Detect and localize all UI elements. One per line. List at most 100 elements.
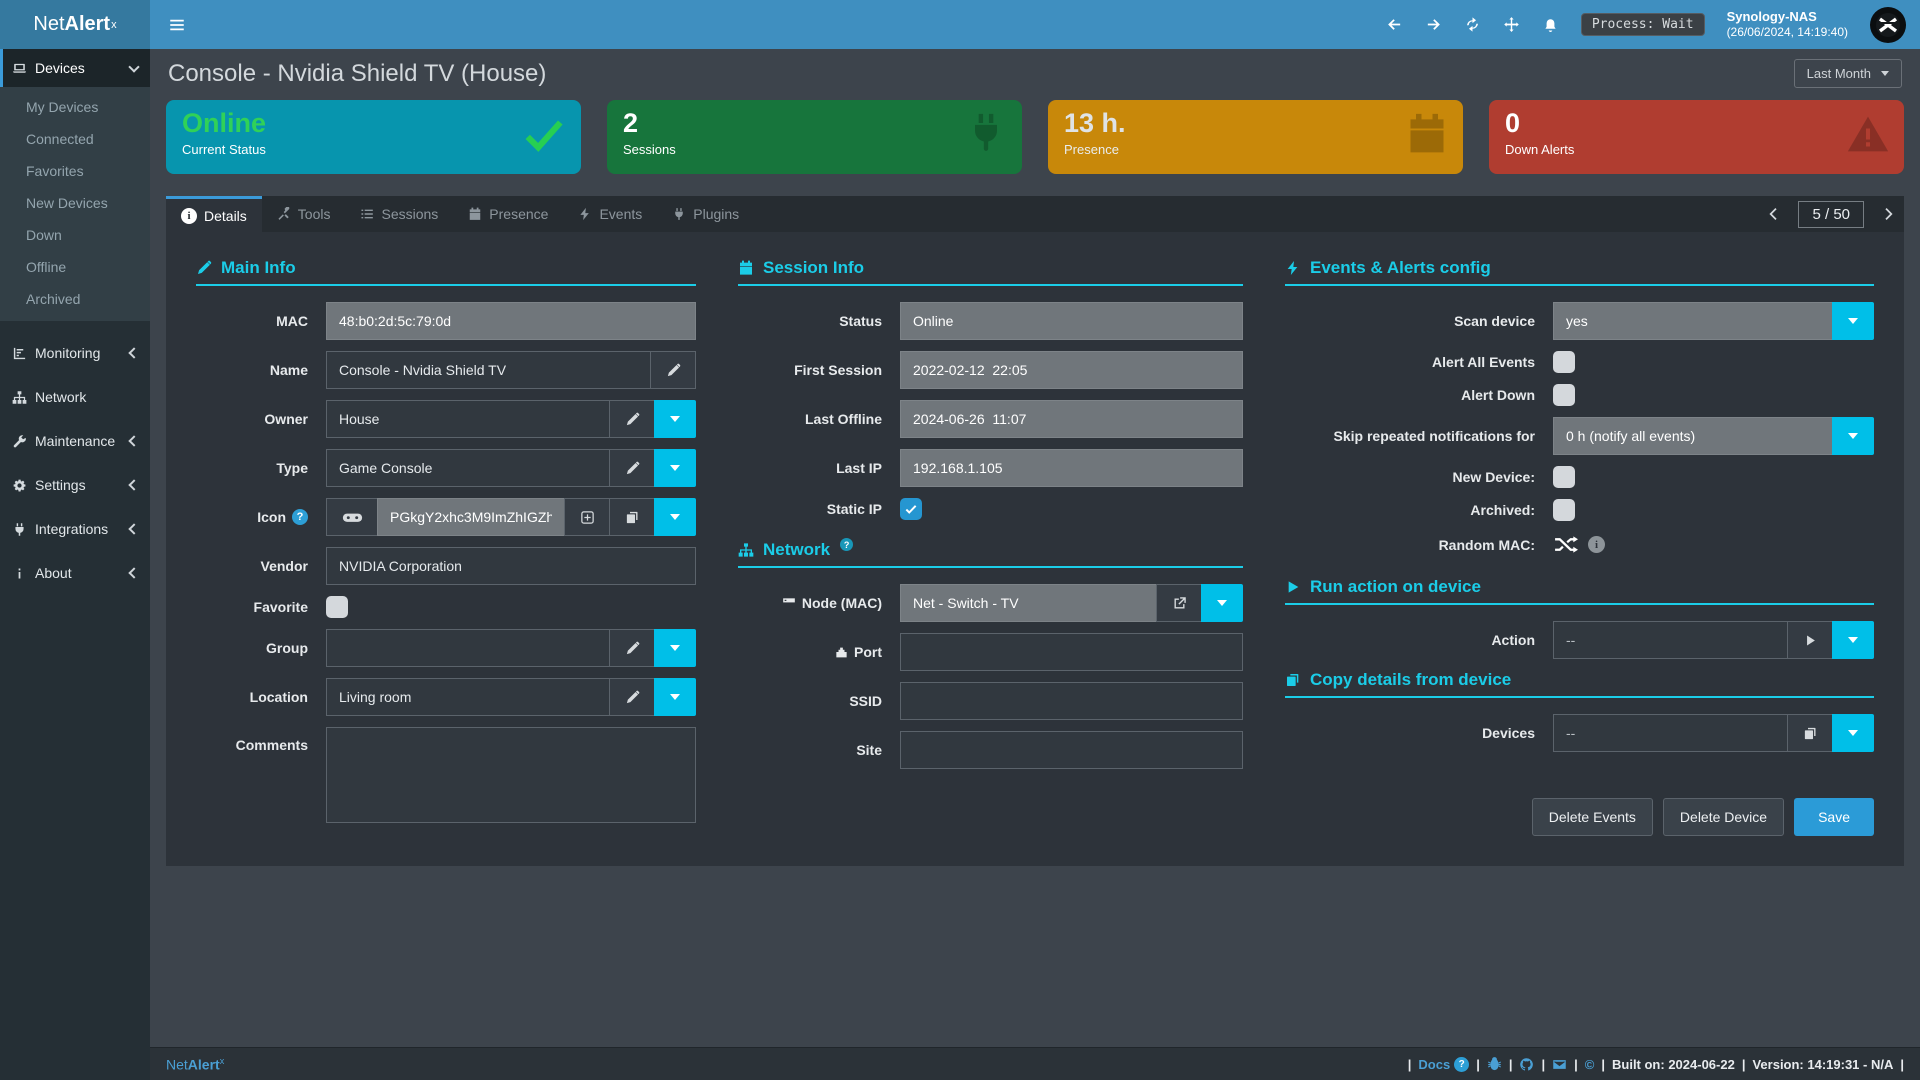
location-input[interactable] [326,678,610,716]
ssid-input[interactable] [900,682,1243,720]
move-icon[interactable] [1503,16,1520,33]
node-mac-input[interactable] [900,584,1157,622]
delete-events-button[interactable]: Delete Events [1532,798,1653,836]
status-card-sessions[interactable]: 2 Sessions [607,100,1022,174]
icon-base64-input[interactable] [377,498,565,536]
copy-icon-button[interactable] [609,498,655,536]
type-dropdown-button[interactable] [654,449,696,487]
skip-notifications-select[interactable]: 0 h (notify all events) [1553,417,1833,455]
sidebar-item-monitoring[interactable]: Monitoring [0,331,150,375]
devices-select[interactable]: -- [1553,714,1788,752]
last-offline-input[interactable] [900,400,1243,438]
node-mac-dropdown-button[interactable] [1201,584,1243,622]
location-dropdown-button[interactable] [654,678,696,716]
first-session-input[interactable] [900,351,1243,389]
status-card-online[interactable]: Online Current Status [166,100,581,174]
delete-device-button[interactable]: Delete Device [1663,798,1784,836]
last-ip-input[interactable] [900,449,1243,487]
footer-brand[interactable]: NetAlertx [166,1056,224,1073]
tab-events[interactable]: Events [563,196,657,232]
user-avatar[interactable] [1870,7,1906,43]
edit-name-button[interactable] [650,351,696,389]
pager-prev-button[interactable] [1762,202,1786,226]
type-input[interactable] [326,449,610,487]
sidebar-item-my-devices[interactable]: My Devices [0,91,150,123]
refresh-icon[interactable] [1464,16,1481,33]
new-device-checkbox[interactable] [1553,466,1575,488]
edit-location-button[interactable] [609,678,655,716]
github-icon[interactable] [1519,1057,1534,1072]
open-node-button[interactable] [1156,584,1202,622]
tab-presence[interactable]: Presence [453,196,563,232]
status-input[interactable] [900,302,1243,340]
status-card-presence[interactable]: 13 h. Presence [1048,100,1463,174]
archived-label: Archived: [1285,502,1553,518]
notifications-bell-icon[interactable] [1542,16,1559,33]
edit-owner-button[interactable] [609,400,655,438]
favorite-checkbox[interactable] [326,596,348,618]
sidebar-item-new-devices[interactable]: New Devices [0,187,150,219]
edit-type-button[interactable] [609,449,655,487]
sidebar-item-connected[interactable]: Connected [0,123,150,155]
alert-all-events-checkbox[interactable] [1553,351,1575,373]
sidebar-item-about[interactable]: About [0,551,150,595]
action-dropdown-button[interactable] [1832,621,1874,659]
sidebar-item-settings[interactable]: Settings [0,463,150,507]
app-logo[interactable]: NetAlertx [0,0,150,49]
add-icon-button[interactable] [564,498,610,536]
caret-down-icon [1848,318,1858,324]
tab-plugins[interactable]: Plugins [657,196,754,232]
static-ip-checkbox[interactable] [900,498,922,520]
pager-next-button[interactable] [1876,202,1900,226]
group-input[interactable] [326,629,610,667]
action-select[interactable]: -- [1553,621,1788,659]
tab-tools[interactable]: Tools [262,196,346,232]
back-arrow-icon[interactable] [1386,16,1403,33]
comments-textarea[interactable] [326,727,696,823]
period-selector[interactable]: Last Month [1794,59,1902,88]
vendor-input[interactable] [326,547,696,585]
sidebar-item-devices[interactable]: Devices [0,49,150,87]
edit-group-button[interactable] [609,629,655,667]
sidebar-toggle-icon[interactable] [150,0,204,49]
sidebar-item-network[interactable]: Network [0,375,150,419]
alert-down-checkbox[interactable] [1553,384,1575,406]
copyright-link[interactable]: © [1585,1057,1595,1072]
logo-prefix: Net [33,13,64,36]
group-dropdown-button[interactable] [654,629,696,667]
owner-input[interactable] [326,400,610,438]
site-input[interactable] [900,731,1243,769]
sidebar-item-maintenance[interactable]: Maintenance [0,419,150,463]
devices-dropdown-button[interactable] [1832,714,1874,752]
bug-report-icon[interactable] [1487,1057,1502,1072]
card-label: Sessions [623,142,1006,157]
port-input[interactable] [900,633,1243,671]
run-action-button[interactable] [1787,621,1833,659]
forward-arrow-icon[interactable] [1425,16,1442,33]
docs-link[interactable]: Docs ? [1418,1057,1469,1072]
info-circle-icon[interactable]: i [1588,536,1605,553]
mac-input[interactable] [326,302,696,340]
type-label: Type [196,460,326,476]
sidebar-item-archived[interactable]: Archived [0,283,150,315]
help-icon[interactable]: ? [292,509,308,525]
sidebar-item-down[interactable]: Down [0,219,150,251]
scan-device-select[interactable]: yes [1553,302,1833,340]
archived-checkbox[interactable] [1553,499,1575,521]
status-card-down-alerts[interactable]: 0 Down Alerts [1489,100,1904,174]
skip-notifications-dropdown-button[interactable] [1832,417,1874,455]
tab-details[interactable]: i Details [166,196,262,232]
sidebar-item-favorites[interactable]: Favorites [0,155,150,187]
copy-from-device-button[interactable] [1787,714,1833,752]
chevron-left-icon [128,435,139,446]
sidebar-item-offline[interactable]: Offline [0,251,150,283]
icon-dropdown-button[interactable] [654,498,696,536]
email-icon[interactable] [1552,1057,1567,1072]
help-icon[interactable]: ? [840,538,853,551]
tab-sessions[interactable]: Sessions [345,196,453,232]
name-input[interactable] [326,351,651,389]
owner-dropdown-button[interactable] [654,400,696,438]
save-button[interactable]: Save [1794,798,1874,836]
sidebar-item-integrations[interactable]: Integrations [0,507,150,551]
scan-device-dropdown-button[interactable] [1832,302,1874,340]
